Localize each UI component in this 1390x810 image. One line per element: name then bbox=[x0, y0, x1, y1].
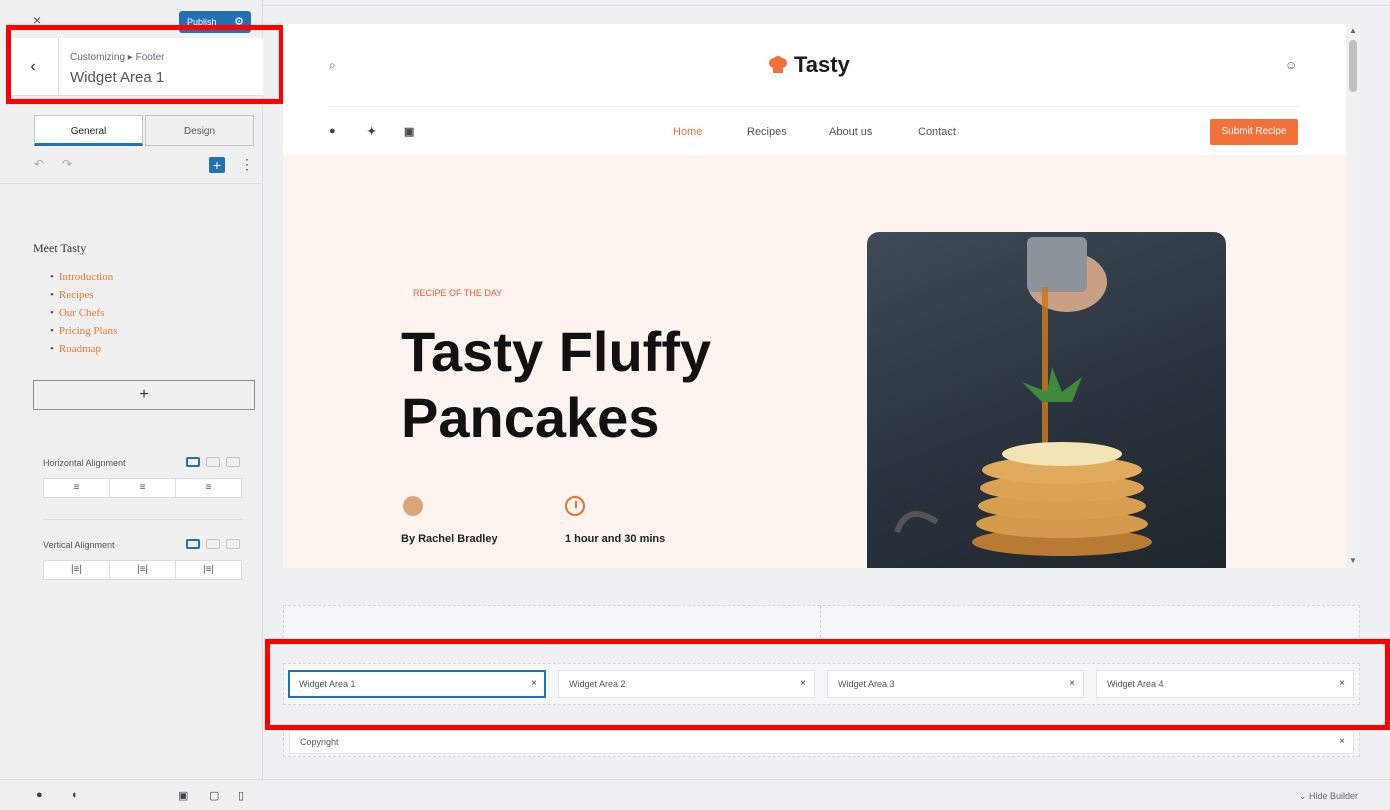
tab-general[interactable]: General bbox=[34, 115, 143, 146]
top-border bbox=[263, 0, 1390, 6]
tablet-icon[interactable] bbox=[206, 457, 220, 467]
scroll-thumb[interactable] bbox=[1349, 40, 1357, 92]
author-name: By Rachel Bradley bbox=[401, 533, 498, 545]
vertical-alignment-label: Vertical Alignment bbox=[43, 540, 115, 550]
tablet-icon[interactable] bbox=[206, 539, 220, 549]
widget-link[interactable]: Roadmap bbox=[50, 340, 117, 358]
hero-title[interactable]: Tasty Fluffy Pancakes bbox=[401, 319, 821, 451]
nav-about[interactable]: About us bbox=[829, 126, 872, 138]
author-avatar bbox=[403, 496, 423, 516]
widget-heading: Meet Tasty bbox=[33, 241, 87, 255]
align-right-icon[interactable]: ≡ bbox=[176, 479, 241, 497]
highlight-box bbox=[265, 639, 1390, 730]
align-left-icon[interactable]: ≡ bbox=[44, 479, 110, 497]
builder-footer: ⌄ Hide Builder bbox=[263, 779, 1390, 810]
align-center-icon[interactable]: ≡ bbox=[110, 479, 176, 497]
panel-tabs: General Design bbox=[34, 115, 254, 146]
chevron-down-icon: ⌄ bbox=[1298, 791, 1309, 801]
builder-top-row[interactable] bbox=[283, 605, 1360, 643]
widget-link-list: Introduction Recipes Our Chefs Pricing P… bbox=[50, 268, 117, 358]
mobile-preview-icon[interactable]: ▯ bbox=[238, 789, 244, 802]
undo-icon[interactable]: ↶ bbox=[34, 157, 44, 171]
twitter-icon[interactable]: ✦ bbox=[367, 125, 376, 138]
nav-contact[interactable]: Contact bbox=[918, 126, 956, 138]
device-switcher bbox=[186, 457, 246, 470]
submit-recipe-button[interactable]: Submit Recipe bbox=[1210, 119, 1298, 145]
wordpress-icon[interactable]: ● bbox=[36, 789, 43, 801]
align-top-icon[interactable]: |≡| bbox=[44, 561, 110, 579]
copyright-item[interactable]: Copyright × bbox=[289, 730, 1354, 754]
pancake-image bbox=[867, 232, 1226, 568]
account-icon[interactable]: ☺ bbox=[1285, 58, 1297, 72]
desktop-icon[interactable] bbox=[186, 539, 200, 549]
cook-duration: 1 hour and 30 mins bbox=[565, 533, 666, 545]
clock-icon bbox=[565, 496, 585, 516]
widget-link[interactable]: Introduction bbox=[50, 268, 117, 286]
tab-design[interactable]: Design bbox=[145, 115, 254, 146]
facebook-icon[interactable]: ● bbox=[329, 125, 336, 137]
widget-link[interactable]: Our Chefs bbox=[50, 304, 117, 322]
nav-recipes[interactable]: Recipes bbox=[747, 126, 787, 138]
builder-bottom-row: Copyright × bbox=[283, 727, 1360, 757]
mobile-icon[interactable] bbox=[226, 457, 240, 467]
widget-link[interactable]: Pricing Plans bbox=[50, 322, 117, 340]
add-block-button[interactable]: + bbox=[209, 157, 225, 173]
theme-mode-icon[interactable]: ◐ bbox=[72, 789, 79, 801]
desktop-preview-icon[interactable]: ▣ bbox=[178, 789, 188, 802]
nav-home[interactable]: Home bbox=[673, 126, 702, 138]
search-icon[interactable]: ⌕ bbox=[329, 58, 336, 73]
horizontal-alignment-control: ≡ ≡ ≡ bbox=[43, 478, 242, 498]
hero-tag: RECIPE OF THE DAY bbox=[413, 288, 503, 298]
divider bbox=[0, 183, 262, 184]
sidebar-footer: ● ◐ ▣ ▢ ▯ bbox=[0, 779, 263, 810]
remove-icon[interactable]: × bbox=[1339, 731, 1345, 753]
copyright-label: Copyright bbox=[300, 737, 339, 747]
site-preview: ⌕ Tasty ☺ ● ✦ ▣ Home Recipes About us Co… bbox=[283, 24, 1346, 568]
column-divider bbox=[820, 606, 821, 642]
chef-hat-icon bbox=[769, 56, 787, 73]
preview-scrollbar[interactable]: ▲ ▼ bbox=[1346, 24, 1360, 568]
scroll-down-icon[interactable]: ▼ bbox=[1349, 556, 1357, 565]
horizontal-alignment-label: Horizontal Alignment bbox=[43, 458, 126, 468]
highlight-box bbox=[6, 25, 284, 104]
align-middle-icon[interactable]: |≡| bbox=[110, 561, 176, 579]
hide-builder-button[interactable]: ⌄ Hide Builder bbox=[1299, 791, 1358, 802]
logo-text: Tasty bbox=[794, 52, 850, 77]
align-bottom-icon[interactable]: |≡| bbox=[176, 561, 241, 579]
instagram-icon[interactable]: ▣ bbox=[404, 125, 414, 138]
divider bbox=[43, 519, 242, 520]
block-toolbar: ↶ ↷ + ⋮ bbox=[34, 155, 254, 175]
add-widget-button[interactable]: + bbox=[33, 380, 255, 410]
pancake-illustration bbox=[894, 237, 1152, 556]
more-options-icon[interactable]: ⋮ bbox=[240, 156, 254, 173]
widget-link[interactable]: Recipes bbox=[50, 286, 117, 304]
site-logo[interactable]: Tasty bbox=[768, 52, 850, 78]
hero-section: RECIPE OF THE DAY Tasty Fluffy Pancakes … bbox=[283, 155, 1346, 568]
redo-icon[interactable]: ↷ bbox=[62, 157, 72, 171]
hide-builder-label: Hide Builder bbox=[1308, 791, 1358, 801]
tablet-preview-icon[interactable]: ▢ bbox=[209, 789, 219, 802]
header-divider bbox=[329, 106, 1301, 107]
desktop-icon[interactable] bbox=[186, 457, 200, 467]
device-switcher bbox=[186, 539, 246, 552]
customizer-sidebar: × Publish ⚙ ‹ Customizing ▸ Footer Widge… bbox=[0, 0, 263, 810]
vertical-alignment-control: |≡| |≡| |≡| bbox=[43, 560, 242, 580]
mobile-icon[interactable] bbox=[226, 539, 240, 549]
scroll-up-icon[interactable]: ▲ bbox=[1349, 26, 1357, 35]
